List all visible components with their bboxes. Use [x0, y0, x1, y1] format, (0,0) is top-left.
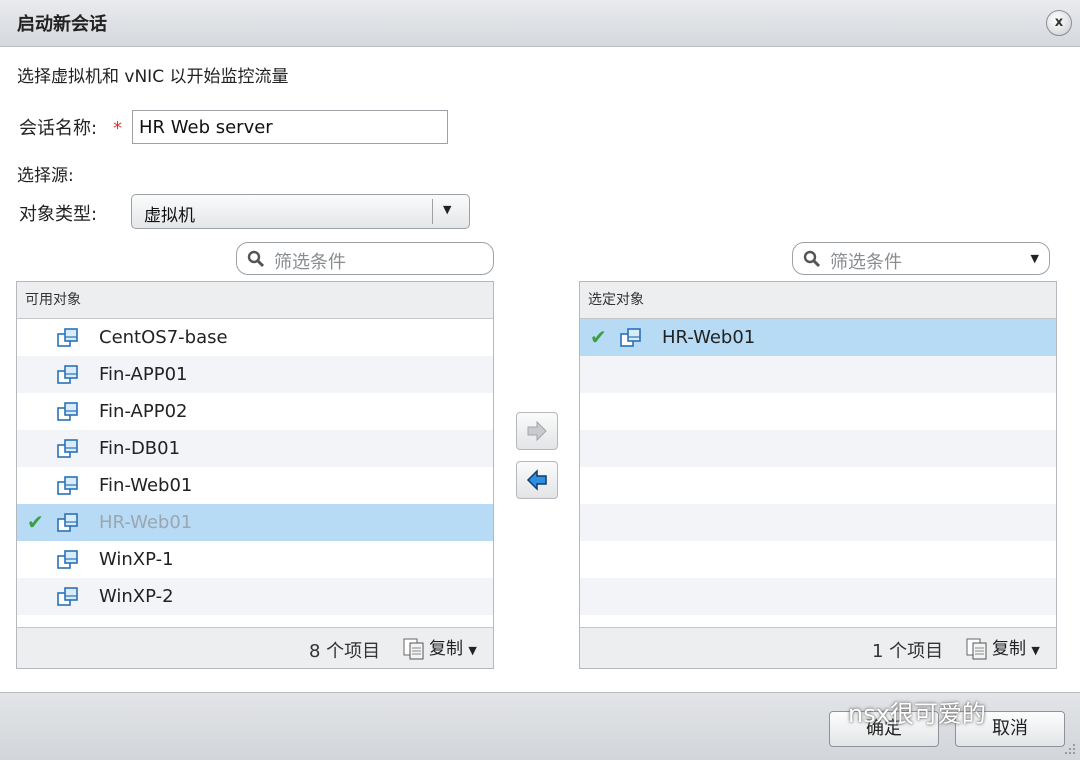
- empty-row: [580, 578, 1056, 615]
- session-name-input[interactable]: [132, 110, 448, 144]
- check-icon: ✔: [27, 510, 44, 534]
- vm-icon: [57, 476, 78, 495]
- add-to-selected-button[interactable]: [516, 412, 558, 450]
- session-name-label: 会话名称:: [19, 118, 98, 139]
- item-count: 1 个项目: [872, 641, 944, 662]
- list-item-label: HR-Web01: [99, 512, 193, 533]
- vm-icon: [57, 587, 78, 606]
- copy-icon: [403, 638, 424, 660]
- close-icon: x: [1054, 15, 1064, 30]
- list-item[interactable]: WinXP-2: [17, 578, 493, 615]
- arrow-right-icon: [527, 420, 547, 442]
- selected-footer: 1 个项目 复制 ▼: [580, 627, 1056, 668]
- vm-icon: [57, 365, 78, 384]
- empty-row: [580, 430, 1056, 467]
- object-type-value: 虚拟机: [144, 206, 195, 226]
- vm-icon: [57, 439, 78, 458]
- object-type-label: 对象类型:: [19, 204, 98, 225]
- check-icon: ✔: [590, 325, 607, 349]
- copy-button[interactable]: 复制 ▼: [402, 634, 477, 661]
- list-item[interactable]: CentOS7-base: [17, 319, 493, 356]
- filter-placeholder: 筛选条件: [830, 252, 902, 273]
- list-item-label: Fin-Web01: [99, 475, 193, 496]
- available-objects-panel: 可用对象 CentOS7-base Fin-APP01 Fin-APP02 Fin-D…: [16, 281, 494, 669]
- list-item-label: HR-Web01: [662, 327, 756, 348]
- available-objects-list: CentOS7-base Fin-APP01 Fin-APP02 Fin-DB01 Fi…: [17, 319, 493, 615]
- source-label: 选择源:: [17, 166, 74, 186]
- selected-objects-header: 选定对象: [580, 282, 1056, 319]
- list-item[interactable]: ✔ HR-Web01: [17, 504, 493, 541]
- selected-objects-panel: 选定对象 ✔ HR-Web01 1 个项目 复制 ▼: [579, 281, 1057, 669]
- available-filter-input[interactable]: 筛选条件: [236, 242, 494, 275]
- search-icon: [803, 250, 821, 268]
- close-button[interactable]: x: [1046, 10, 1072, 36]
- list-item[interactable]: Fin-APP02: [17, 393, 493, 430]
- list-item-label: Fin-APP02: [99, 401, 188, 422]
- item-count: 8 个项目: [309, 641, 381, 662]
- list-item[interactable]: Fin-DB01: [17, 430, 493, 467]
- required-marker: *: [113, 118, 122, 139]
- list-item-label: Fin-APP01: [99, 364, 188, 385]
- vm-icon: [57, 402, 78, 421]
- chevron-down-icon: ▼: [1031, 644, 1040, 657]
- chevron-down-icon[interactable]: ▼: [1031, 252, 1039, 265]
- list-item[interactable]: ✔ HR-Web01: [580, 319, 1056, 356]
- empty-row: [580, 504, 1056, 541]
- selected-objects-list: ✔ HR-Web01: [580, 319, 1056, 615]
- empty-row: [580, 393, 1056, 430]
- list-item-label: Fin-DB01: [99, 438, 181, 459]
- copy-icon: [966, 638, 987, 660]
- object-type-select[interactable]: 虚拟机 ▼: [131, 194, 470, 229]
- chevron-down-icon: ▼: [468, 644, 477, 657]
- available-objects-header: 可用对象: [17, 282, 493, 319]
- list-item[interactable]: Fin-APP01: [17, 356, 493, 393]
- instruction-text: 选择虚拟机和 vNIC 以开始监控流量: [17, 67, 289, 87]
- selected-filter-input[interactable]: 筛选条件 ▼: [792, 242, 1050, 275]
- resize-grip-icon[interactable]: [1064, 743, 1076, 755]
- list-item[interactable]: WinXP-1: [17, 541, 493, 578]
- available-footer: 8 个项目 复制 ▼: [17, 627, 493, 668]
- vm-icon: [620, 328, 641, 347]
- watermark: nsx很可爱的: [848, 700, 986, 728]
- list-item-label: WinXP-1: [99, 549, 174, 570]
- copy-label: 复制: [992, 639, 1026, 659]
- filter-placeholder: 筛选条件: [274, 252, 346, 273]
- arrow-left-icon: [526, 469, 547, 491]
- dialog-titlebar: 启动新会话 x: [0, 0, 1080, 47]
- vm-icon: [57, 513, 78, 532]
- empty-row: [580, 356, 1056, 393]
- dialog-title: 启动新会话: [17, 14, 107, 35]
- vm-icon: [57, 550, 78, 569]
- empty-row: [580, 467, 1056, 504]
- copy-button[interactable]: 复制 ▼: [965, 634, 1040, 661]
- select-divider: [432, 199, 433, 224]
- empty-row: [580, 541, 1056, 578]
- remove-from-selected-button[interactable]: [516, 461, 558, 499]
- copy-label: 复制: [429, 639, 463, 659]
- list-item-label: WinXP-2: [99, 586, 174, 607]
- list-item-label: CentOS7-base: [99, 327, 228, 348]
- vm-icon: [57, 328, 78, 347]
- search-icon: [247, 250, 265, 268]
- list-item[interactable]: Fin-Web01: [17, 467, 493, 504]
- chevron-down-icon[interactable]: ▼: [443, 203, 451, 216]
